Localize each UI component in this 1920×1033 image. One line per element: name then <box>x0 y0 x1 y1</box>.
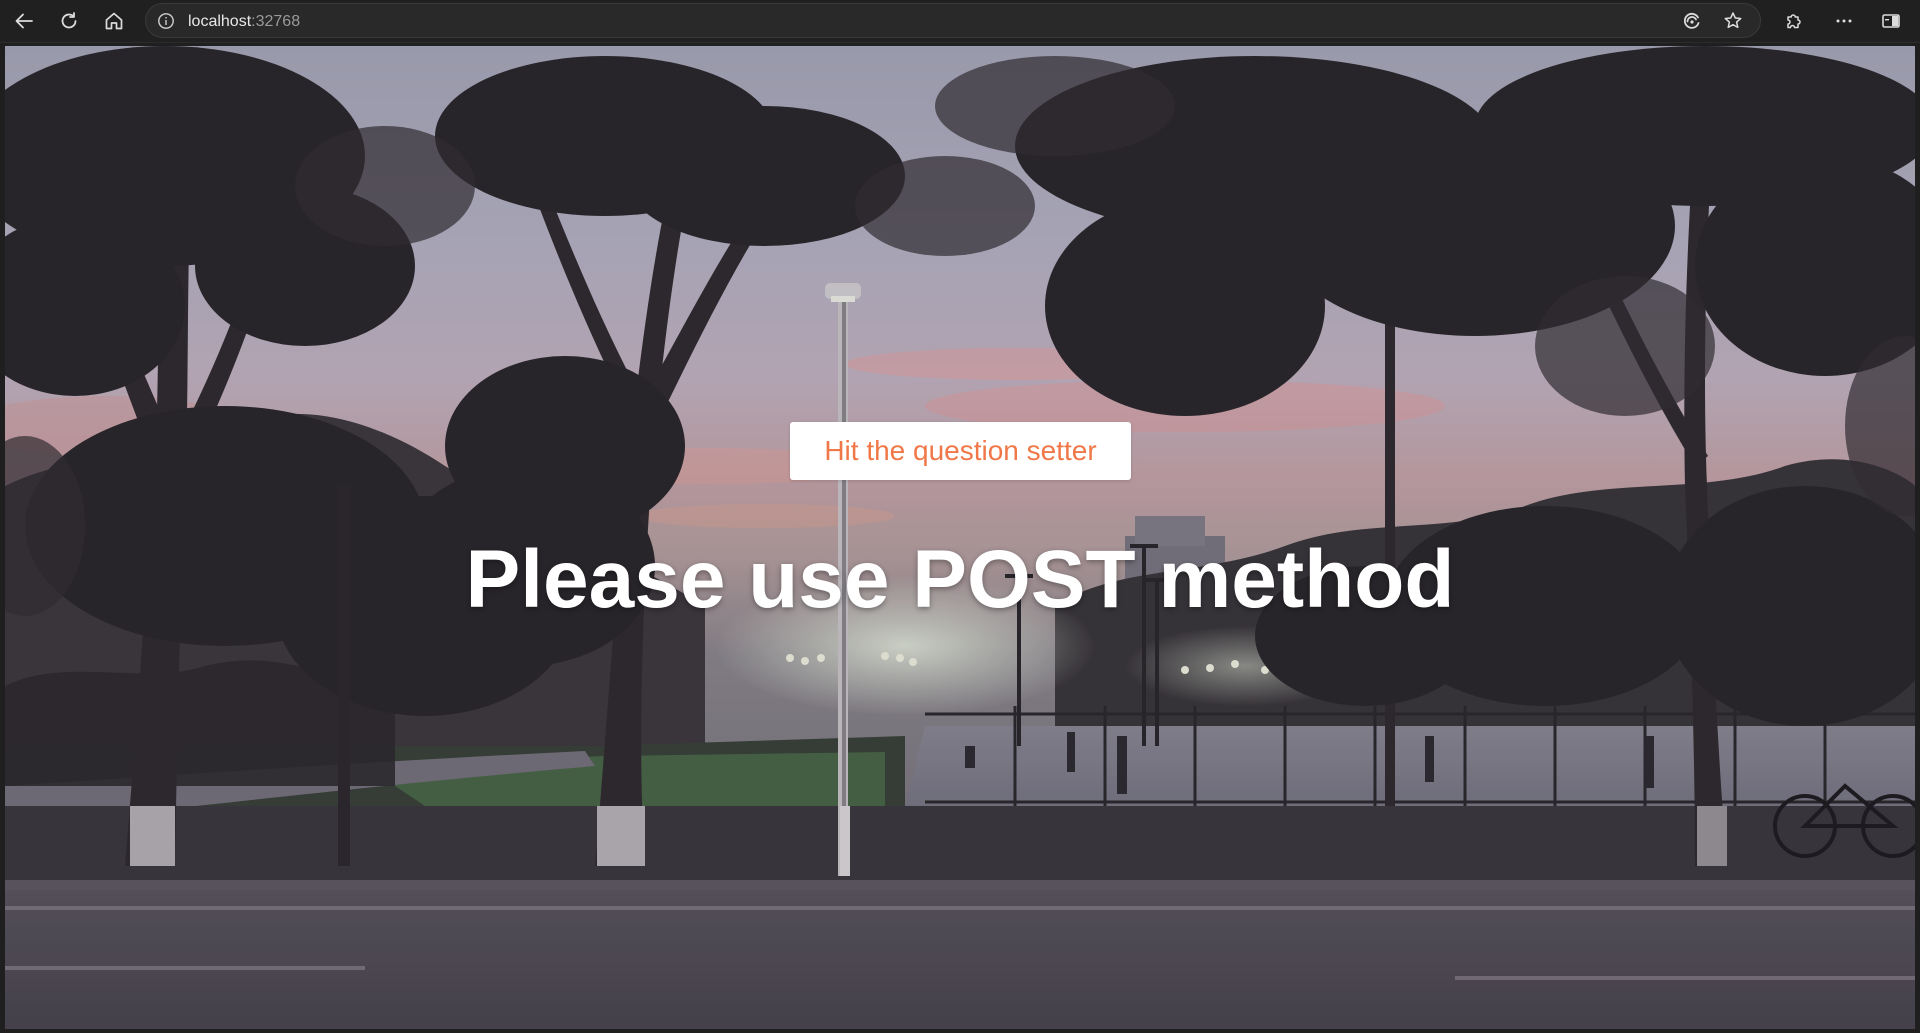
url-text[interactable]: localhost:32768 <box>188 13 300 31</box>
browser-window: localhost:32768 Hit the question setter … <box>0 0 1920 1033</box>
reload-button[interactable] <box>53 6 85 36</box>
url-host: localhost <box>188 13 252 30</box>
read-aloud-button[interactable] <box>1676 6 1708 36</box>
info-circle-icon <box>158 13 174 29</box>
sidebar-toggle-icon <box>1882 14 1900 28</box>
hit-question-setter-button[interactable]: Hit the question setter <box>790 422 1131 480</box>
puzzle-icon <box>1787 14 1801 29</box>
back-button[interactable] <box>8 6 40 36</box>
page-viewport: Hit the question setter Please use POST … <box>5 46 1915 1029</box>
back-arrow-icon <box>15 13 33 29</box>
page-headline: Please use POST method <box>465 534 1455 625</box>
site-info-button[interactable] <box>154 9 178 33</box>
more-dots-icon <box>1836 19 1852 23</box>
read-aloud-icon <box>1683 13 1700 29</box>
url-port: :32768 <box>251 13 301 30</box>
reload-icon <box>61 12 77 29</box>
extensions-button[interactable] <box>1778 6 1810 36</box>
browser-toolbar: localhost:32768 <box>0 0 1920 43</box>
star-icon <box>1724 12 1742 29</box>
home-button[interactable] <box>98 6 130 36</box>
home-icon <box>105 12 123 30</box>
more-button[interactable] <box>1828 6 1860 36</box>
address-bar[interactable]: localhost:32768 <box>145 3 1761 38</box>
sidebar-toggle-button[interactable] <box>1875 6 1907 36</box>
page-content: Hit the question setter Please use POST … <box>5 46 1915 1029</box>
favorite-button[interactable] <box>1717 6 1749 36</box>
